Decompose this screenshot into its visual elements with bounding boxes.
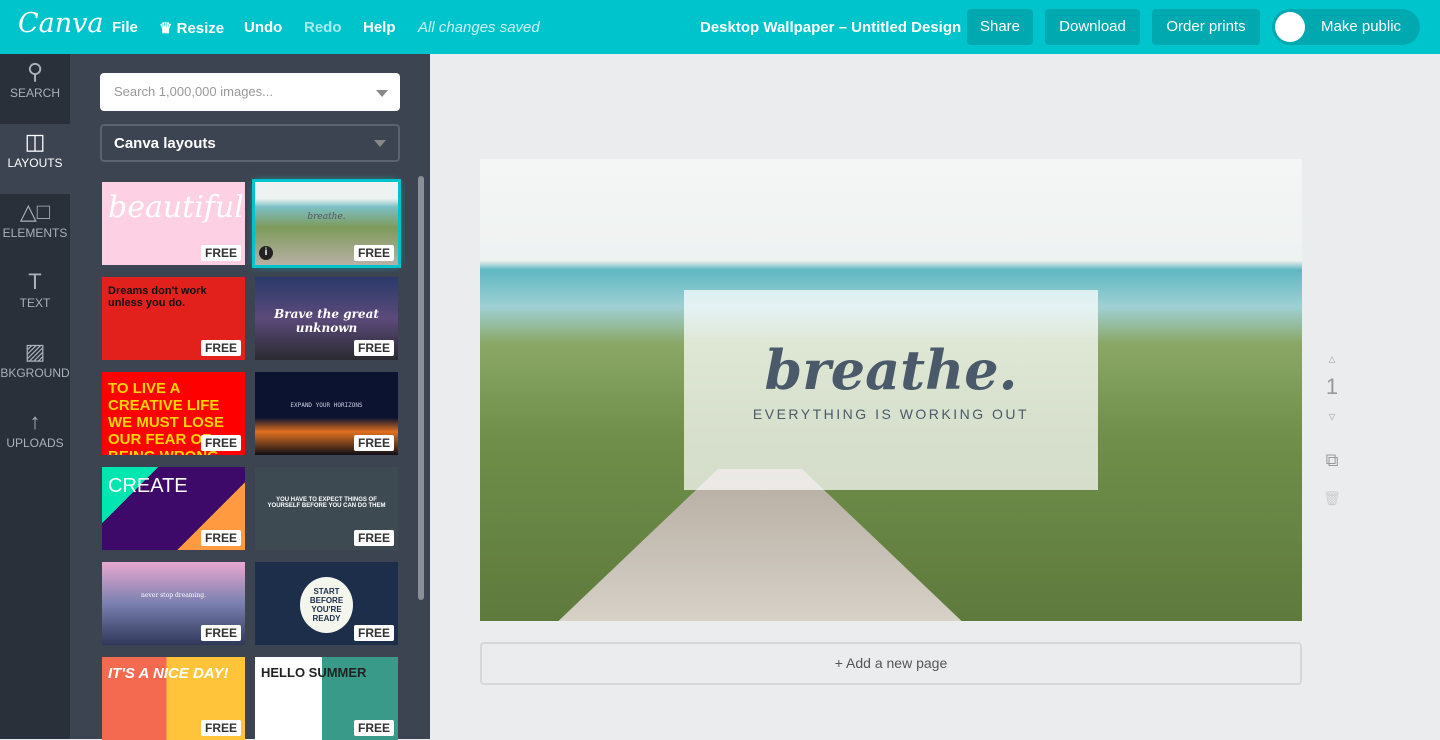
upload-icon: ↑ (29, 409, 41, 434)
shapes-icon: △□ (19, 199, 51, 224)
layout-thumbnail[interactable]: EXPAND YOUR HORIZONS FREE (255, 372, 398, 455)
resize-button[interactable]: ♛ Resize (159, 19, 224, 37)
layout-thumbnail[interactable]: TO LIVE A CREATIVE LIFE WE MUST LOSE OUR… (102, 372, 245, 455)
free-badge: FREE (200, 245, 241, 261)
search-icon: ⚲ (26, 59, 44, 84)
layouts-panel: Search 1,000,000 images... Canva layouts… (70, 54, 430, 740)
rail-label: SEARCH (9, 86, 60, 100)
rail-uploads[interactable]: ↑ UPLOADS (0, 404, 70, 474)
free-badge: FREE (353, 530, 394, 546)
boardwalk-image (550, 469, 970, 621)
free-badge: FREE (200, 625, 241, 641)
design-subheading[interactable]: EVERYTHING IS WORKING OUT (684, 406, 1098, 422)
chevron-down-icon[interactable] (376, 90, 388, 97)
rail-layouts[interactable]: ◫ LAYOUTS (0, 124, 70, 194)
text-overlay-box[interactable]: breathe. EVERYTHING IS WORKING OUT (684, 290, 1098, 490)
resize-label: Resize (176, 20, 225, 37)
design-canvas[interactable]: breathe. EVERYTHING IS WORKING OUT (480, 159, 1302, 621)
rail-label: ELEMENTS (2, 226, 68, 240)
layout-thumbnail[interactable]: Dreams don't work unless you do. FREE (102, 277, 245, 360)
undo-button[interactable]: Undo (244, 19, 282, 36)
layout-thumbnail[interactable]: never stop dreaming. FREE (102, 562, 245, 645)
layout-text: START BEFORE YOU'RE READY (300, 577, 353, 633)
chevron-down-icon (374, 140, 386, 147)
free-badge: FREE (200, 340, 241, 356)
redo-button[interactable]: Redo (304, 19, 342, 36)
rail-label: UPLOADS (6, 436, 64, 450)
make-public-toggle[interactable]: Make public (1272, 9, 1420, 45)
layout-text: never stop dreaming. (140, 592, 207, 599)
select-value: Canva layouts (114, 135, 216, 152)
background-icon: ▨ (24, 339, 46, 364)
layout-thumbnail[interactable]: Brave the great unknown FREE (255, 277, 398, 360)
page-number: 1 (1325, 374, 1339, 399)
free-badge: FREE (353, 340, 394, 356)
design-heading[interactable]: breathe. (684, 338, 1098, 402)
download-button[interactable]: Download (1045, 9, 1140, 45)
rail-text[interactable]: T TEXT (0, 264, 70, 334)
toggle-knob (1275, 12, 1305, 42)
layout-thumbnail[interactable]: HELLO SUMMER FREE (255, 657, 398, 740)
top-bar: Canva File ♛ Resize Undo Redo Help All c… (0, 0, 1440, 54)
rail-search[interactable]: ⚲ SEARCH (0, 54, 70, 124)
layout-text: HELLO SUMMER (261, 665, 367, 680)
layout-text: CREATE (108, 475, 188, 497)
info-icon[interactable]: i (259, 246, 273, 260)
layout-icon: ◫ (24, 129, 46, 154)
layout-thumbnail[interactable]: YOU HAVE TO EXPECT THINGS OF YOURSELF BE… (255, 467, 398, 550)
free-badge: FREE (353, 245, 394, 261)
layout-thumbnail[interactable]: CREATE FREE (102, 467, 245, 550)
side-rail: ⚲ SEARCH ◫ LAYOUTS △□ ELEMENTS T TEXT ▨ BKGRO… (0, 54, 70, 739)
help-menu[interactable]: Help (363, 19, 396, 36)
layout-text: EXPAND YOUR HORIZONS (290, 402, 363, 409)
rail-label: TEXT (19, 296, 51, 310)
share-button[interactable]: Share (967, 9, 1033, 45)
make-public-label: Make public (1321, 18, 1402, 35)
rail-background[interactable]: ▨ BKGROUND (0, 334, 70, 404)
free-badge: FREE (200, 435, 241, 451)
free-badge: FREE (353, 435, 394, 451)
move-up-icon[interactable]: ▵ (1322, 350, 1342, 367)
text-icon: T (28, 269, 42, 294)
layout-text: IT'S A NICE DAY! (108, 665, 229, 682)
layout-text: Brave the great unknown (274, 307, 379, 335)
rail-elements[interactable]: △□ ELEMENTS (0, 194, 70, 264)
delete-page-icon[interactable]: 🗑 (1322, 490, 1342, 507)
layout-thumbnail[interactable]: IT'S A NICE DAY! FREE (102, 657, 245, 740)
file-menu[interactable]: File (112, 19, 138, 36)
layout-category-select[interactable]: Canva layouts (100, 124, 400, 162)
move-down-icon[interactable]: ▿ (1322, 408, 1342, 425)
design-title[interactable]: Desktop Wallpaper – Untitled Design (700, 19, 961, 36)
add-new-page-button[interactable]: + Add a new page (480, 642, 1302, 685)
layout-text: beautiful (108, 190, 244, 225)
layout-thumbnail[interactable]: breathe. FREE i (252, 179, 401, 268)
layout-thumbnail[interactable]: START BEFORE YOU'RE READY FREE (255, 562, 398, 645)
layout-text: Dreams don't work unless you do. (108, 285, 207, 309)
duplicate-page-icon[interactable]: ⧉ (1322, 450, 1342, 471)
layout-text: breathe. (307, 212, 346, 222)
rail-label: BKGROUND (0, 366, 70, 380)
crown-icon: ♛ (159, 20, 173, 37)
canva-logo[interactable]: Canva (18, 8, 104, 39)
free-badge: FREE (353, 625, 394, 641)
save-status: All changes saved (418, 19, 540, 36)
free-badge: FREE (200, 530, 241, 546)
image-search-input[interactable]: Search 1,000,000 images... (100, 73, 400, 111)
rail-label: LAYOUTS (7, 156, 63, 170)
free-badge: FREE (353, 720, 394, 736)
order-prints-button[interactable]: Order prints (1152, 9, 1260, 45)
panel-scrollbar[interactable] (418, 176, 424, 600)
layout-text: YOU HAVE TO EXPECT THINGS OF YOURSELF BE… (267, 497, 386, 509)
layout-thumbnail[interactable]: beautiful FREE (102, 182, 245, 265)
free-badge: FREE (200, 720, 241, 736)
